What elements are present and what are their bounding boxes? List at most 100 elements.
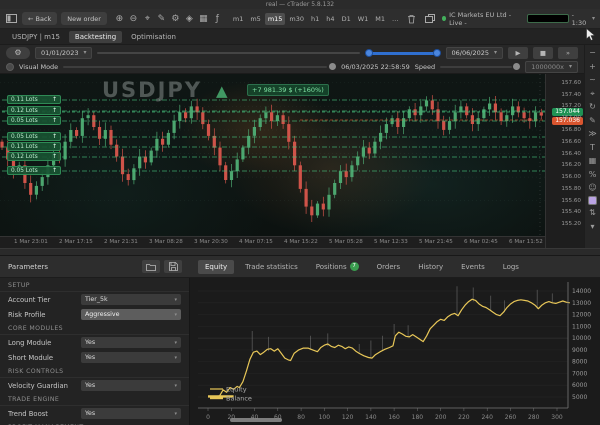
refresh-icon[interactable]: ↻ [587,101,599,112]
start-date-select[interactable]: 01/01/2023 ▾ [35,47,92,59]
position-label-4[interactable]: 0.11 Lots↑ [7,142,61,151]
svg-text:Equity: Equity [226,386,247,394]
position-label-2[interactable]: 0.05 Lots↑ [7,116,61,125]
timeframe-h1[interactable]: h1 [308,13,322,25]
period-range-slider[interactable] [365,47,441,59]
position-lots: 0.11 Lots [11,97,38,103]
range-handle-left[interactable] [365,49,373,57]
tab-logs[interactable]: Logs [496,260,526,274]
grid-tool-icon[interactable]: ▦ [587,155,599,166]
position-label-0[interactable]: 0.11 Lots↑ [7,95,61,104]
tab-optimisation[interactable]: Optimisation [125,31,182,43]
timeframe-[interactable]: … [389,13,402,25]
tab-positions[interactable]: Positions7 [309,259,366,274]
chevron-down-icon: ▾ [494,49,497,56]
save-parameters-icon[interactable] [164,260,182,273]
zoom-in-icon[interactable]: ⊕ [113,12,126,26]
chart-grid-icon[interactable]: ▦ [197,12,210,26]
percent-icon[interactable]: % [587,169,599,180]
param-select-risk-profile[interactable]: Aggressive▾ [81,309,181,320]
timeframe-m30[interactable]: m30 [286,13,307,25]
section-header-core-modules: CORE MODULES [0,322,189,335]
tab-trade-statistics[interactable]: Trade statistics [238,260,305,274]
svg-text:7000: 7000 [572,370,587,377]
horizontal-scrollbar[interactable] [230,418,282,422]
account-info[interactable]: IC Markets EU Ltd - Live - - 1:30 ▾ [442,11,595,27]
crosshair-icon[interactable]: ⌖ [141,12,154,26]
stop-button[interactable]: ■ [533,47,553,59]
param-select-account-tier[interactable]: Tier_5k▾ [81,294,181,305]
speed-handle[interactable] [513,63,520,70]
indicators-icon[interactable]: ƒ [211,12,224,26]
price-axis[interactable]: 157.044 157.036 157.60157.40157.20157.00… [545,74,584,248]
draw-icon[interactable]: ✎ [155,12,168,26]
time-tick: 2 Mar 17:15 [59,239,93,245]
tab-equity[interactable]: Equity [198,260,234,274]
settings-icon[interactable]: ⚙ [169,12,182,26]
param-select-short-module[interactable]: Yes▾ [81,352,181,363]
position-label-1[interactable]: 0.12 Lots↑ [7,106,61,115]
progress-track[interactable] [63,66,327,68]
timeframe-m15[interactable]: m15 [265,13,286,25]
param-select-long-module[interactable]: Yes▾ [81,337,181,348]
zoom-out-icon[interactable]: ⊖ [127,12,140,26]
time-axis[interactable]: 1 Mar 23:012 Mar 17:152 Mar 21:313 Mar 0… [0,236,545,248]
price-chart[interactable]: USDJPY ▲ +7 981.39 $ (+160%) 0.11 Lots↑0… [0,74,584,248]
buy-arrow-icon: ↑ [52,153,57,160]
timeframe-m1[interactable]: m1 [230,13,246,25]
color-swatch[interactable] [588,196,597,205]
text-tool-icon[interactable]: T [587,142,599,153]
chart-tabs: USDJPY | m15BacktestingOptimisation [0,30,600,45]
crosshair-tool-icon[interactable]: ⌖ [587,88,599,99]
timeframe-buttons: m1m5m15m30h1h4D1W1M1… [230,13,402,25]
range-handle-right[interactable] [433,49,441,57]
tab-history[interactable]: History [411,260,450,274]
price-tick: 156.20 [561,162,581,168]
timeframe-d1[interactable]: D1 [339,13,354,25]
time-tick: 6 Mar 02:45 [464,239,498,245]
period-track[interactable] [97,52,359,54]
position-label-3[interactable]: 0.05 Lots↑ [7,132,61,141]
pencil-icon[interactable]: ✎ [587,115,599,126]
play-button[interactable]: ▶ [508,47,528,59]
position-label-5[interactable]: 0.12 Lots↑ [7,152,61,161]
trash-icon[interactable] [406,12,419,26]
speed-track[interactable] [440,66,512,68]
shapes-icon[interactable]: ≫ [587,128,599,139]
emoji-icon[interactable]: ☺ [587,182,599,193]
sort-icon[interactable]: ⇅ [587,207,599,218]
new-order-button[interactable]: New order [61,12,107,25]
backtest-settings-button[interactable]: ⚙ [6,47,30,59]
tab-usdjpy-m15[interactable]: USDJPY | m15 [6,31,66,43]
alerts-icon[interactable]: ◈ [183,12,196,26]
collapse-icon[interactable]: − [587,47,599,58]
position-label-6[interactable]: 0.05 Lots↑ [7,166,61,175]
candlestick-chart[interactable] [0,74,545,236]
svg-text:14000: 14000 [572,288,591,295]
visual-mode-toggle[interactable] [6,63,14,71]
timeframe-w1[interactable]: W1 [355,13,372,25]
detach-window-icon[interactable] [424,12,437,26]
add-indicator-icon[interactable]: + [587,61,599,72]
end-date-select[interactable]: 06/06/2025 ▾ [446,47,503,59]
tab-backtesting[interactable]: Backtesting [69,31,122,43]
skip-to-end-button[interactable]: » [558,47,578,59]
tab-events[interactable]: Events [454,260,492,274]
svg-text:200: 200 [435,414,447,421]
equity-curve-chart[interactable]: 1400013000120001100010000900080007000600… [190,278,600,425]
timeframe-m1[interactable]: M1 [372,13,388,25]
timeframe-h4[interactable]: h4 [323,13,337,25]
param-select-velocity-guardian[interactable]: Yes▾ [81,380,181,391]
back-button[interactable]: ← Back [22,12,57,25]
wave-icon[interactable]: ~ [587,74,599,85]
param-select-trend-boost[interactable]: Yes▾ [81,408,181,419]
layout-panel-icon[interactable] [5,12,18,26]
tab-orders[interactable]: Orders [370,260,408,274]
speed-select[interactable]: 1000000x ▾ [525,61,578,73]
timeframe-m5[interactable]: m5 [247,13,263,25]
chevron-down-icon[interactable]: ▾ [587,221,599,232]
load-parameters-icon[interactable] [142,260,160,273]
price-tick: 157.00 [561,115,581,121]
progress-handle[interactable] [329,63,336,70]
panel-splitter[interactable] [0,248,600,256]
